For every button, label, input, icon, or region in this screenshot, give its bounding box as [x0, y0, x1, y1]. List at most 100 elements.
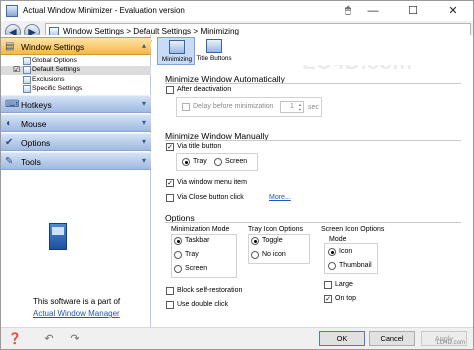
radio-dot [174, 265, 182, 273]
checkbox-label: On top [335, 295, 357, 302]
checkbox-label: Via title button [177, 143, 222, 150]
minimizing-tab-icon [169, 40, 185, 54]
settings-tabs: Minimizing Title Buttons [152, 35, 473, 65]
exclusions-icon [23, 76, 31, 84]
window-title: Actual Window Minimizer - Evaluation ver… [23, 6, 185, 15]
screen-icon-options-label: Screen Icon Options [321, 226, 385, 233]
minimization-mode-label: Minimization Mode [171, 226, 230, 233]
undo-icon[interactable]: ↶ [41, 331, 57, 347]
tools-icon: ✎ [5, 156, 14, 167]
sidebar-section-label: Mouse [21, 119, 47, 129]
divider [165, 140, 461, 141]
default-settings-icon [23, 66, 31, 74]
chevron-down-icon: ▾ [141, 137, 146, 146]
checkbox-box [324, 281, 332, 289]
tray-icon-options-label: Tray Icon Options [248, 226, 303, 233]
chevron-up-icon: ▴ [141, 41, 146, 50]
radio-label: Screen [185, 265, 208, 272]
sidebar-section-label: Window Settings [21, 42, 85, 52]
sidebar-item-label: Exclusions [32, 76, 65, 83]
tab-title-buttons[interactable]: Title Buttons [195, 37, 233, 65]
checkbox-label: Block self-restoration [177, 287, 243, 294]
radio-label: Thumbnail [339, 262, 372, 269]
more-link[interactable]: More... [269, 194, 291, 201]
radio-dot [251, 237, 259, 245]
radio-dot [328, 262, 336, 270]
sidebar-item-label: Default Settings [32, 66, 80, 73]
sidebar-item-exclusions[interactable]: Exclusions [1, 76, 151, 85]
tab-minimizing[interactable]: Minimizing [157, 37, 195, 65]
app-icon [6, 5, 18, 17]
sidebar-section-mouse[interactable]: ◖ Mouse ▾ [1, 114, 151, 132]
window-settings-icon: ▤ [5, 41, 15, 52]
checkbox-box [166, 287, 174, 295]
radio-dot [174, 237, 182, 245]
radio-label: Tray [185, 251, 199, 258]
redo-icon[interactable]: ↷ [67, 331, 83, 347]
stepper-arrows-icon[interactable]: ▲ ▼ [297, 102, 303, 112]
delay-unit: sec [308, 104, 319, 111]
sidebar-section-window-settings[interactable]: ▤ Window Settings ▴ [1, 37, 151, 55]
sidebar-section-tools[interactable]: ✎ Tools ▾ [1, 152, 151, 170]
radio-label: Icon [339, 248, 353, 255]
sidebar-section-label: Hotkeys [21, 100, 52, 110]
sidebar-item-global-options[interactable]: Global Options [1, 57, 151, 66]
chevron-down-icon: ▾ [141, 99, 146, 108]
options-icon: ✔ [5, 137, 14, 148]
maximize-button[interactable]: ☐ [393, 1, 433, 21]
radio-dot [251, 251, 259, 259]
settings-panel: LO4D.com Minimize Window Automatically A… [152, 65, 473, 327]
checkbox-label: Use double click [177, 301, 228, 308]
radio-dot [328, 248, 336, 256]
sidebar-item-label: Global Options [32, 57, 77, 64]
divider [165, 222, 461, 223]
checkbox-box [166, 86, 174, 94]
footer-bar: ❓ ↶ ↷ OK Cancel Apply LO4D.com [1, 327, 473, 349]
watermark: LO4D.com [302, 65, 412, 75]
title-bar[interactable]: Actual Window Minimizer - Evaluation ver… [1, 1, 473, 21]
checkbox-box [166, 301, 174, 309]
checkbox-label: Via Close button click [177, 194, 244, 201]
global-options-icon [23, 57, 31, 65]
sidebar: ▤ Window Settings ▴ Global Options ☑ Def… [1, 35, 151, 327]
checkbox-box [166, 194, 174, 202]
checkbox-label: Delay before minimization [193, 103, 274, 110]
checked-icon: ☑ [13, 65, 21, 74]
sidebar-section-hotkeys[interactable]: ⌨ Hotkeys ▾ [1, 95, 151, 113]
keyboard-icon: ⌨ [5, 99, 20, 110]
checkbox-box: ✓ [324, 295, 332, 303]
radio-dot [214, 158, 222, 166]
close-button[interactable]: ✕ [433, 1, 473, 21]
sidebar-item-default-settings[interactable]: ☑ Default Settings [1, 66, 151, 75]
mouse-icon: ◖ [5, 118, 12, 129]
chevron-down-icon: ▾ [141, 156, 146, 165]
help-icon[interactable]: ❓ [7, 331, 23, 347]
checkbox-box: ✓ [166, 143, 174, 151]
credit-text: LO4D.com [436, 340, 465, 346]
radio-label: No icon [262, 251, 286, 258]
checkbox-label: Large [335, 281, 353, 288]
sidebar-section-options[interactable]: ✔ Options ▾ [1, 133, 151, 151]
delay-stepper[interactable]: 1 ▲ ▼ [280, 101, 304, 113]
sidebar-item-label: Specific Settings [32, 85, 83, 92]
sidebar-item-specific-settings[interactable]: Specific Settings [1, 85, 151, 94]
sidebar-section-label: Tools [21, 157, 41, 167]
checkbox-box: ✓ [166, 179, 174, 187]
tab-label: Title Buttons [196, 55, 232, 62]
actual-window-manager-link[interactable]: Actual Window Manager [33, 309, 120, 318]
title-buttons-tab-icon [206, 39, 222, 53]
sidebar-section-label: Options [21, 138, 51, 148]
checkbox-box [182, 103, 190, 111]
tab-label: Minimizing [161, 56, 193, 63]
minimize-button[interactable]: — [353, 1, 393, 21]
specific-settings-icon [23, 85, 31, 93]
cancel-button[interactable]: Cancel [369, 331, 415, 346]
chevron-down-icon: ▾ [141, 118, 146, 127]
ok-button[interactable]: OK [319, 331, 365, 346]
radio-label: Tray [193, 158, 207, 165]
delay-value: 1 [290, 103, 294, 110]
radio-label: Screen [225, 158, 248, 165]
radio-label: Taskbar [185, 237, 210, 244]
radio-label: Toggle [262, 237, 283, 244]
divider [165, 83, 461, 84]
